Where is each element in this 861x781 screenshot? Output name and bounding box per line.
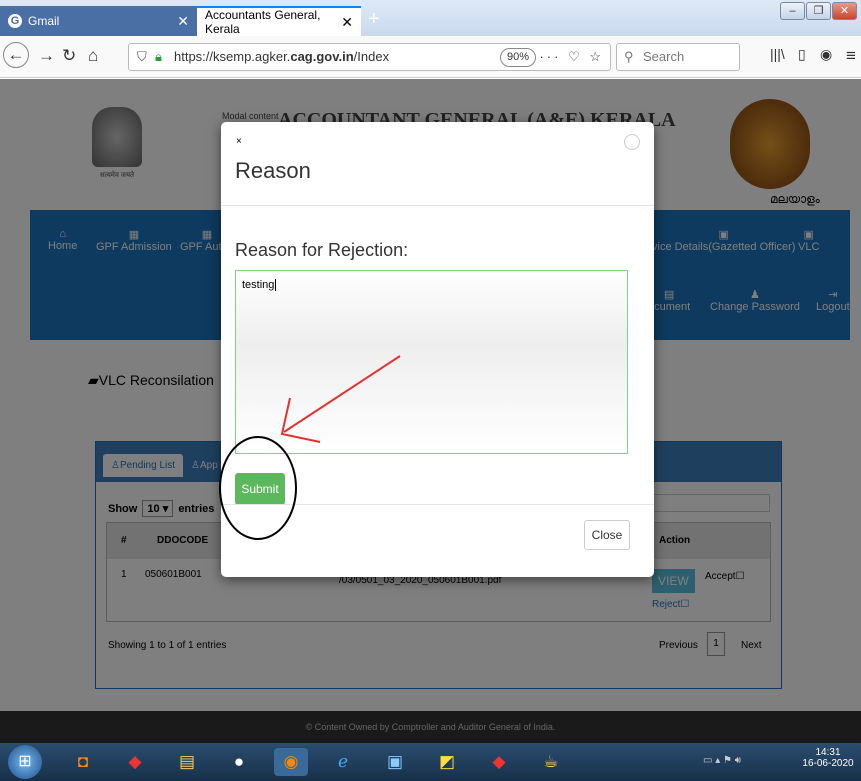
date: 16-06-2020	[802, 758, 854, 769]
eclipse-icon[interactable]: ●	[222, 748, 256, 776]
tray-icons[interactable]: ▭ ▴ ⚑ 🔊︎	[703, 755, 741, 766]
app-icon[interactable]: ◘	[66, 748, 100, 776]
firefox-icon[interactable]: ◉	[274, 748, 308, 776]
page-footer: © Content Owned by Comptroller and Audit…	[0, 711, 861, 743]
time: 14:31	[815, 747, 841, 758]
red-arrow	[283, 355, 401, 433]
annotation-layer	[219, 355, 401, 540]
java-ide-icon[interactable]: ☕︎	[534, 748, 568, 776]
app-icon[interactable]: ▣	[378, 748, 412, 776]
ie-icon[interactable]: ℯ	[326, 748, 360, 776]
app-icon[interactable]: ◩	[430, 748, 464, 776]
explorer-icon[interactable]: ▤	[170, 748, 204, 776]
black-circle-annotation	[219, 436, 297, 540]
clock[interactable]: 14:31 16-06-2020	[800, 747, 856, 769]
start-button[interactable]: ⊞	[8, 745, 42, 779]
app-icon[interactable]: ◆	[482, 748, 516, 776]
windows-taskbar: ⊞ ◘ ◆ ▤ ● ◉ ℯ ▣ ◩ ◆ ☕︎ ▭ ▴ ⚑ 🔊︎ 14:31 16-…	[0, 743, 861, 781]
app-icon[interactable]: ◆	[118, 748, 152, 776]
